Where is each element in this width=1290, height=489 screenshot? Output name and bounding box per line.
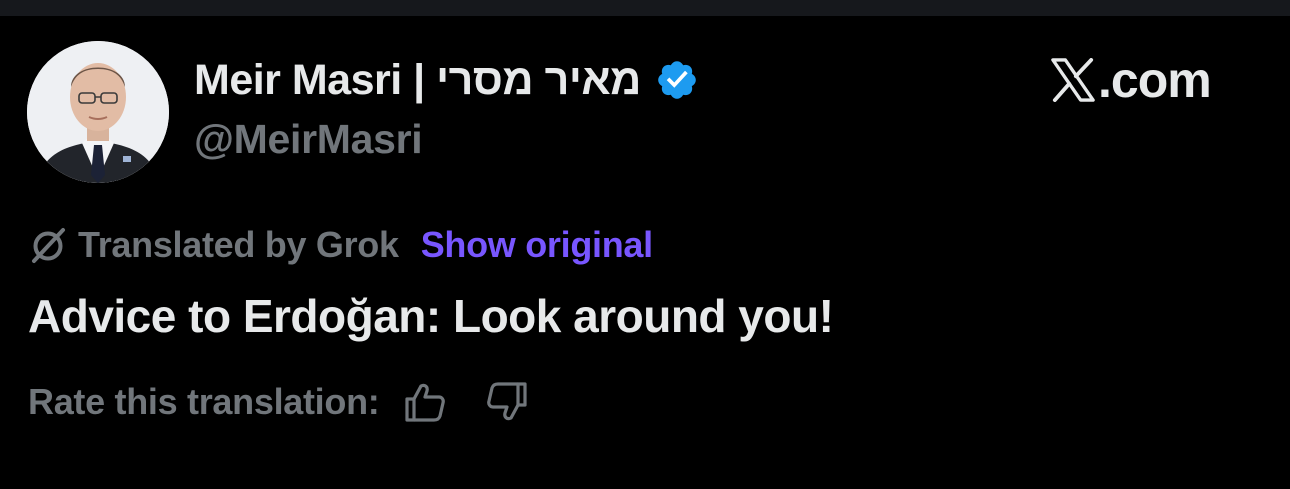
author-handle[interactable]: @MeirMasri: [194, 116, 423, 163]
brand-text: .com: [1098, 52, 1212, 108]
author-display-name[interactable]: Meir Masri | מאיר מסרי: [194, 56, 641, 105]
thumbs-up-icon[interactable]: [403, 380, 447, 424]
x-logo-icon: [1051, 58, 1095, 102]
rate-translation-label: Rate this translation:: [28, 381, 380, 422]
translated-by-label: Translated by Grok: [78, 224, 399, 265]
verified-badge-icon: [658, 61, 696, 99]
rate-translation-row: Rate this translation:: [28, 376, 529, 428]
tweet-text: Advice to Erdoğan: Look around you!: [28, 290, 834, 342]
top-bar: [0, 0, 1290, 16]
brand-watermark: .com: [1050, 52, 1212, 108]
grok-icon: [32, 228, 65, 263]
translation-bar: Translated by Grok Show original: [28, 220, 653, 270]
thumbs-down-icon[interactable]: [485, 380, 529, 424]
show-original-link[interactable]: Show original: [421, 224, 653, 266]
avatar[interactable]: [27, 41, 169, 183]
author-name-row: Meir Masri | מאיר מסרי: [194, 52, 699, 108]
avatar-photo: [27, 41, 169, 183]
